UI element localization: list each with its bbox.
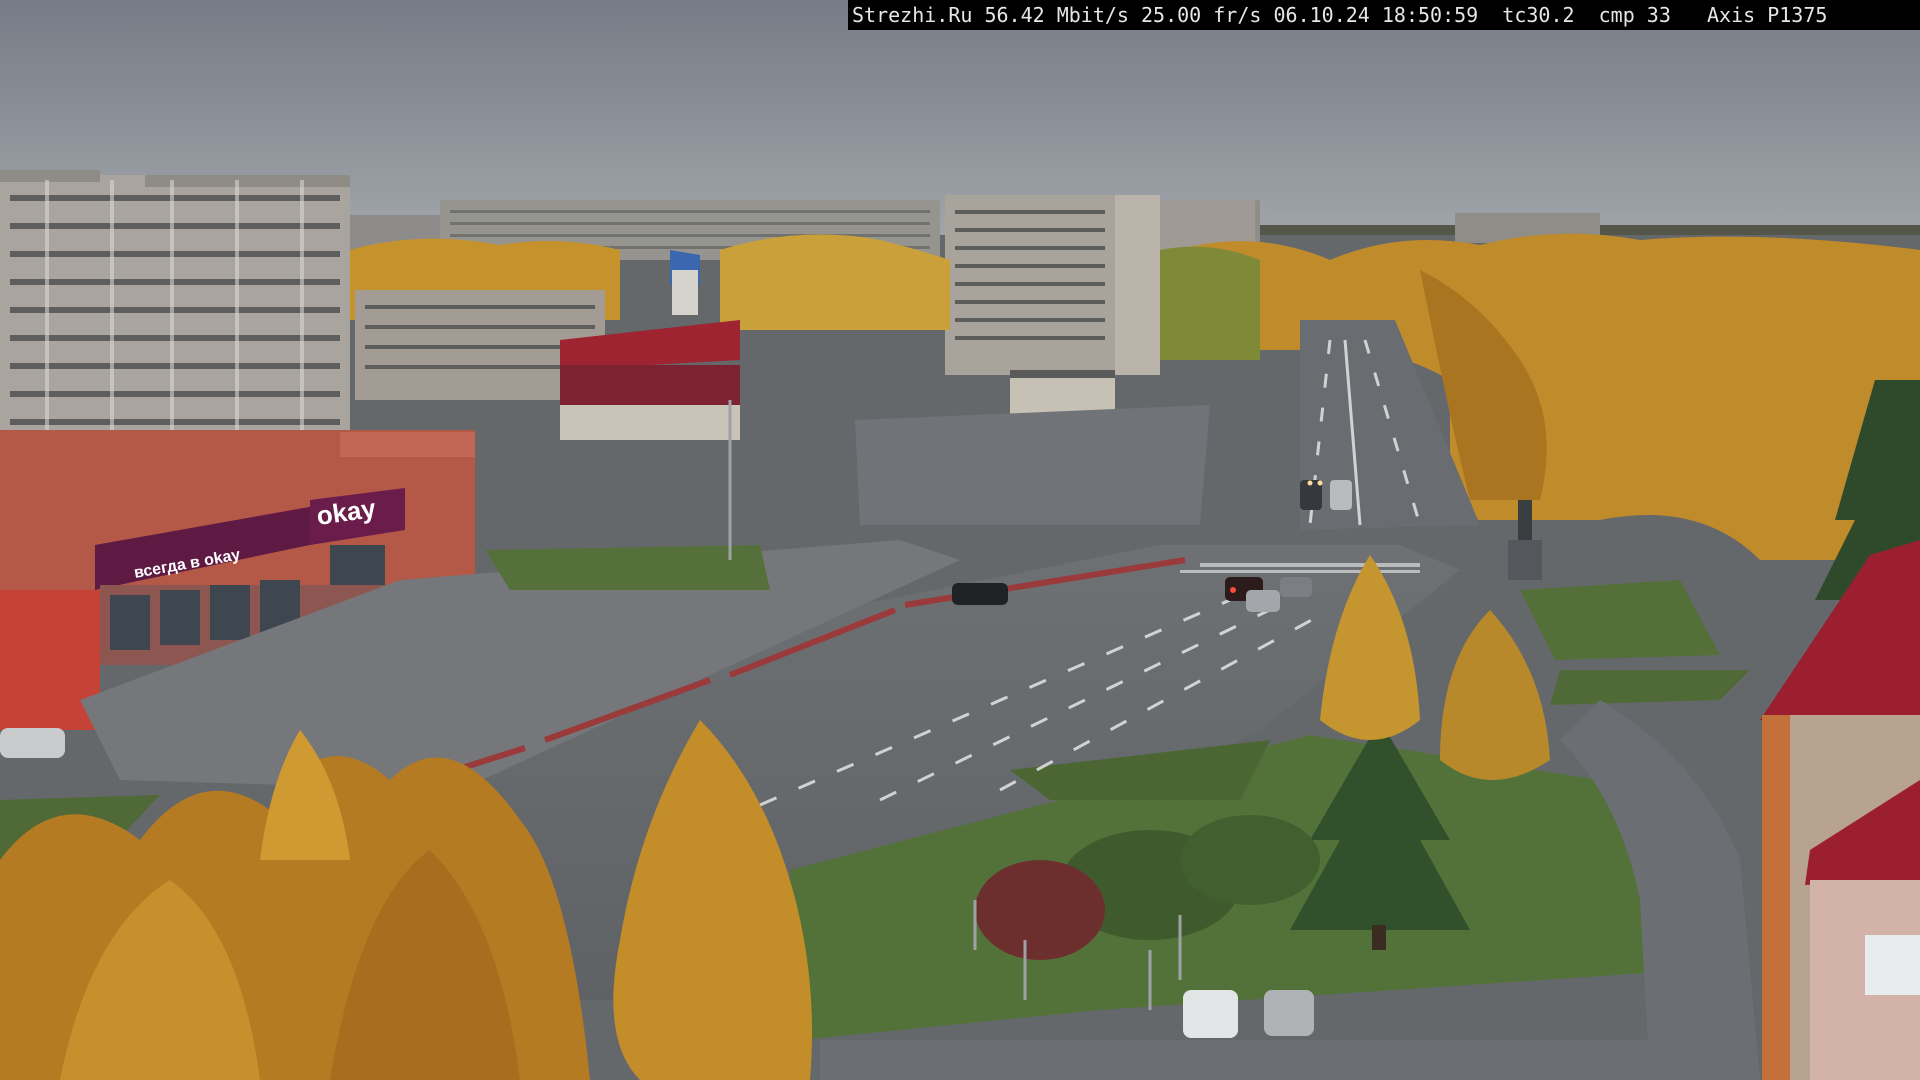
- overlay-time: 18:50:59: [1381, 3, 1479, 27]
- camera-view: okay всегда в okay: [0, 0, 1920, 1080]
- left-lawn: [485, 545, 770, 590]
- monument: [1518, 500, 1532, 540]
- overlay-bitrate: 56.42 Mbit/s: [984, 3, 1129, 27]
- upper-plaza: [855, 405, 1210, 525]
- overlay-tc: tc30.2: [1502, 3, 1575, 27]
- overlay-cmp: cmp 33: [1598, 3, 1671, 27]
- overlay-framerate: 25.00 fr/s: [1141, 3, 1262, 27]
- overlay-date: 06.10.24: [1273, 3, 1370, 27]
- overlay-camera: Axis P1375: [1707, 3, 1828, 27]
- camera-info-overlay: Strezhi.Ru 56.42 Mbit/s 25.00 fr/s 06.10…: [848, 0, 1920, 30]
- overlay-site: Strezhi.Ru: [852, 3, 973, 27]
